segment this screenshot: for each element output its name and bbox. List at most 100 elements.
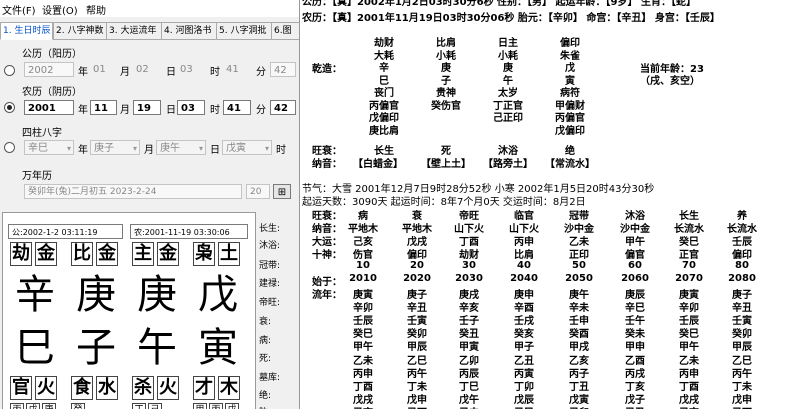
report-gongli-line: 公历：【真】2002年1月2日03时30分6秒 性别：【男】 起运年龄：【9岁】… [302, 0, 696, 8]
shishen-box: 主 [132, 242, 154, 266]
dayun-cell: 2070 [675, 273, 703, 284]
dayun-cell: 2030 [455, 273, 483, 284]
sizhu-hour-select[interactable]: 戊寅 [222, 140, 272, 156]
shishen-box: 比 [71, 242, 93, 266]
sizhu-day-select[interactable]: 庚午 [156, 140, 206, 156]
lunar-hour-input[interactable]: 03 [177, 100, 205, 115]
gregorian-hour-input[interactable]: 03 [177, 62, 205, 77]
year-branch: 巳 [15, 325, 55, 371]
lunar-year-input[interactable]: 2001 [24, 100, 74, 115]
dayun-cell: 2060 [621, 273, 649, 284]
menu-bar: 文件(F) 设置(O) 帮助 [0, 0, 299, 17]
hour-branch: 寅 [198, 325, 238, 371]
wannianli-label: 万年历 [22, 171, 52, 182]
liunian-cell: 己未 [444, 404, 494, 409]
liunian-cell: 己亥 [664, 404, 714, 409]
sizhu-month-select[interactable]: 庚子 [90, 140, 140, 156]
dayun-cell: 70 [682, 260, 696, 271]
side-label: 墓库: [259, 373, 281, 383]
sizhu-label: 四柱八字 [22, 128, 62, 139]
wuxing-box: 水 [96, 376, 118, 400]
gregorian-second-input[interactable]: 42 [270, 62, 296, 77]
lunar-second-input[interactable]: 42 [270, 100, 296, 115]
shishen-box: 食 [71, 376, 93, 400]
dayun-cell: 80 [735, 260, 749, 271]
month-branch: 子 [76, 325, 116, 371]
liunian-cell: 己丑 [610, 404, 660, 409]
year-stem: 辛 [15, 272, 55, 318]
dayun-cell: 偏官 [625, 250, 645, 261]
wannianli-number[interactable]: 20 [246, 184, 270, 199]
shishen-box: 杀 [132, 376, 154, 400]
menu-file[interactable]: 文件(F) [2, 2, 36, 17]
qiyun-line: 起运天数：3090天 起运时间：8年7个月0天 交运时间：8月2日 [302, 197, 586, 208]
shishen-box: 官 [10, 376, 32, 400]
lunar-label: 农历（阴历） [22, 87, 82, 98]
pillar-cell: 庚比肩 [369, 125, 399, 137]
day-stem: 庚 [137, 272, 177, 318]
pillar-cell: 己正印 [493, 113, 523, 124]
side-label: 病: [259, 336, 272, 346]
gong-date-box: 公:2002-1-2 03:11:19 [8, 224, 123, 239]
side-label: 绝: [259, 391, 272, 401]
nayin-cell: 【常流水】 [545, 159, 595, 170]
lunar-day-input[interactable]: 19 [133, 100, 161, 115]
gregorian-label: 公历（阳历） [22, 49, 82, 60]
dayun-cell: 2040 [510, 273, 538, 284]
lunar-month-input[interactable]: 11 [90, 100, 117, 115]
shishen-box: 才 [193, 376, 215, 400]
wannianli-input[interactable]: 癸卯年(兔)二月初五 2023-2-24 [24, 184, 242, 199]
lunar-minute-input[interactable]: 41 [223, 100, 251, 115]
nayin-label: 纳音： [312, 159, 342, 170]
tab-dayun-liunian[interactable]: 3. 大运流年 [106, 22, 163, 40]
dayun-cell: 正官 [679, 250, 699, 261]
dayun-cell: 2050 [565, 273, 593, 284]
dayun-cell: 2010 [349, 273, 377, 284]
tab-bazi-shenshu[interactable]: 2. 八字神数 [53, 22, 108, 40]
nong-date-box: 农:2001-11-19 03:30:06 [130, 224, 248, 239]
bazi-chart-panel: 公:2002-1-2 03:11:19 农:2001-11-19 03:30:0… [2, 212, 256, 409]
dayun-cell: 偏印 [732, 250, 752, 261]
wuxing-box: 金 [35, 242, 57, 266]
liunian-cell: 己酉 [392, 404, 442, 409]
gregorian-minute-input[interactable]: 41 [223, 62, 251, 77]
sizhu-year-select[interactable]: 辛巳 [24, 140, 74, 156]
tab-hetu-luoshu[interactable]: 4. 河图洛书 [161, 22, 218, 40]
gregorian-year-input[interactable]: 2002 [24, 62, 74, 77]
dayun-cell: 30 [462, 260, 476, 271]
menu-settings[interactable]: 设置(O) [42, 2, 78, 17]
dayun-cell: 比肩 [514, 250, 534, 261]
qianzao-label: 乾造： [312, 64, 342, 75]
report-nongli-line: 农历：【真】2001年11月19日03时30分06秒 胎元：【辛卯】 命宫：【辛… [302, 13, 720, 24]
dayun-cell: 10 [356, 260, 370, 271]
side-label: 建禄: [259, 279, 281, 289]
gregorian-radio[interactable] [4, 65, 15, 76]
shishen-box: 劫 [10, 242, 32, 266]
dayun-cell: 60 [628, 260, 642, 271]
wuxing-box: 木 [218, 376, 240, 400]
sizhu-radio[interactable] [4, 142, 15, 153]
side-label: 帝旺: [259, 298, 281, 308]
gregorian-month-input[interactable]: 01 [90, 62, 117, 77]
tab-birth-time[interactable]: 1. 生日时辰 [0, 22, 53, 40]
tab-bazi-dongpi[interactable]: 5. 八字洞批 [216, 22, 273, 40]
tab-strip: 1. 生日时辰 2. 八字神数 3. 大运流年 4. 河图洛书 5. 八字洞批 … [0, 22, 299, 40]
gregorian-day-input[interactable]: 02 [133, 62, 161, 77]
side-label: 胎: [259, 405, 271, 409]
dayun-cell: 20 [410, 260, 424, 271]
wuxing-box: 火 [157, 376, 179, 400]
liunian-cell: 己巳 [499, 404, 549, 409]
dayun-cell: 2020 [403, 273, 431, 284]
wannianli-calendar-button[interactable]: ⊞ [273, 184, 291, 199]
menu-help[interactable]: 帮助 [86, 2, 106, 17]
month-stem: 庚 [76, 272, 116, 318]
dayun-cell: 50 [572, 260, 586, 271]
day-branch: 午 [137, 325, 177, 371]
pillar-cell: 癸伤官 [431, 100, 461, 112]
liunian-cell: 己亥 [338, 404, 388, 409]
kongwang: （戌、亥空） [640, 76, 700, 87]
liunian-cell: 己酉 [717, 404, 767, 409]
lunar-radio[interactable] [4, 102, 15, 113]
side-label: 死: [259, 354, 272, 364]
tab-more[interactable]: 6.图 [271, 22, 299, 40]
